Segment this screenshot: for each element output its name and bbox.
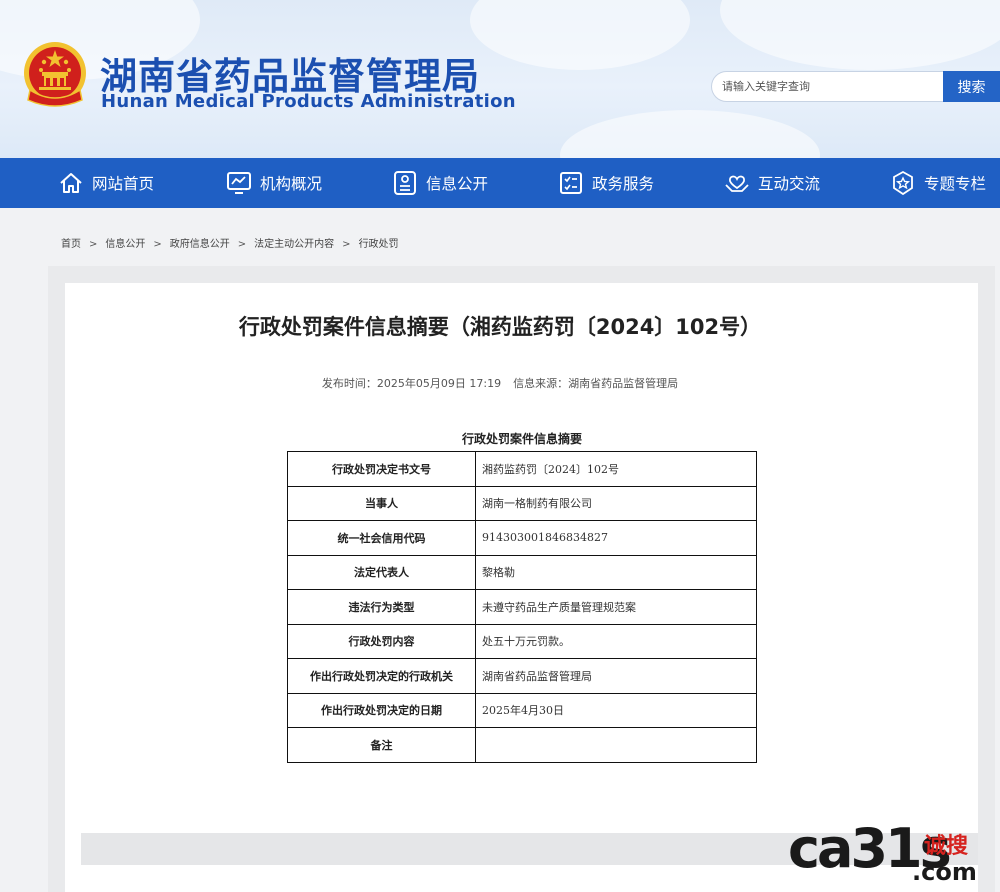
row-key: 违法行为类型 [287,589,476,625]
breadcrumb-gov-info[interactable]: 政府信息公开 [170,239,230,250]
table-row: 违法行为类型 未遵守药品生产质量管理规范案 [287,589,757,625]
table-row: 行政处罚决定书文号 湘药监药罚〔2024〕102号 [287,451,757,487]
main-nav: 网站首页 机构概况 信息公开 政务服务 互动交流 专题专栏 [0,158,1000,208]
row-value: 湖南一格制药有限公司 [475,485,757,521]
breadcrumb-separator: > [89,239,98,250]
search-button[interactable]: 搜索 [943,71,1000,102]
publish-time: 发布时间：2025年05月09日 17:19 [321,377,502,390]
national-emblem-icon [24,42,86,107]
nav-item-info[interactable]: 信息公开 [392,158,488,208]
row-value: 湖南省药品监督管理局 [475,658,757,694]
breadcrumb-statutory[interactable]: 法定主动公开内容 [254,239,334,250]
penalty-info-table: 行政处罚决定书文号 湘药监药罚〔2024〕102号 当事人 湖南一格制药有限公司 统… [287,451,757,763]
row-value: 914303001846834827 [475,520,757,556]
nav-item-topics[interactable]: 专题专栏 [890,158,986,208]
checklist-icon [560,172,582,194]
breadcrumb-home[interactable]: 首页 [61,239,81,250]
breadcrumb-penalty[interactable]: 行政处罚 [359,239,399,250]
heart-hands-icon [725,175,749,192]
row-key: 行政处罚决定书文号 [287,451,476,487]
home-icon [60,173,82,193]
row-value: 黎格勒 [475,554,757,590]
star-badge-icon [893,170,913,196]
row-value: 2025年4月30日 [475,692,757,728]
nav-item-label: 信息公开 [426,175,489,193]
nav-item-interaction[interactable]: 互动交流 [724,158,820,208]
info-source: 信息来源：湖南省药品监督管理局 [513,377,679,390]
breadcrumb-separator: > [237,239,247,250]
row-key: 当事人 [287,485,476,521]
search-box[interactable] [711,71,943,102]
row-key: 行政处罚内容 [287,623,476,659]
row-key: 作出行政处罚决定的日期 [287,692,476,728]
table-row: 统一社会信用代码 914303001846834827 [287,520,757,556]
search-input[interactable] [712,72,943,101]
breadcrumb-separator: > [153,239,162,250]
site-title-en[interactable]: Hunan Medical Products Administration [101,91,516,112]
breadcrumb-separator: > [342,239,351,250]
nav-item-label: 政务服务 [592,175,655,193]
row-value: 未遵守药品生产质量管理规范案 [475,589,757,625]
table-row: 行政处罚内容 处五十万元罚款。 [287,623,757,659]
document-list-icon [394,171,416,195]
nav-item-about[interactable]: 机构概况 [226,158,322,208]
table-caption: 行政处罚案件信息摘要 [461,432,582,446]
table-row: 法定代表人 黎格勒 [287,554,757,590]
nav-item-label: 互动交流 [758,175,821,193]
nav-item-services[interactable]: 政务服务 [558,158,654,208]
row-key: 统一社会信用代码 [287,520,476,556]
nav-item-home[interactable]: 网站首页 [58,158,154,208]
article-title: 行政处罚案件信息摘要（湘药监药罚〔2024〕102号） [238,315,762,339]
article-meta: 发布时间：2025年05月09日 17:19 信息来源：湖南省药品监督管理局 [0,375,1000,391]
row-key: 法定代表人 [287,554,476,590]
monitor-chart-icon [227,172,251,194]
row-value: 湘药监药罚〔2024〕102号 [475,451,757,487]
site-header: 湖南省药品监督管理局 Hunan Medical Products Admini… [0,0,1000,158]
nav-item-label: 网站首页 [92,175,155,193]
breadcrumb: 首页 > 信息公开 > 政府信息公开 > 法定主动公开内容 > 行政处罚 [61,235,399,250]
row-value [475,727,757,763]
watermark-cn: 诚搜 [924,834,969,859]
watermark-domain: .com [912,858,977,886]
table-row: 作出行政处罚决定的日期 2025年4月30日 [287,692,757,728]
table-row: 当事人 湖南一格制药有限公司 [287,485,757,521]
nav-item-label: 专题专栏 [924,175,987,193]
row-key: 备注 [287,727,476,763]
breadcrumb-info[interactable]: 信息公开 [105,239,145,250]
row-key: 作出行政处罚决定的行政机关 [287,658,476,694]
table-row: 备注 [287,727,757,763]
row-value: 处五十万元罚款。 [475,623,757,659]
nav-item-label: 机构概况 [260,175,323,193]
table-row: 作出行政处罚决定的行政机关 湖南省药品监督管理局 [287,658,757,694]
